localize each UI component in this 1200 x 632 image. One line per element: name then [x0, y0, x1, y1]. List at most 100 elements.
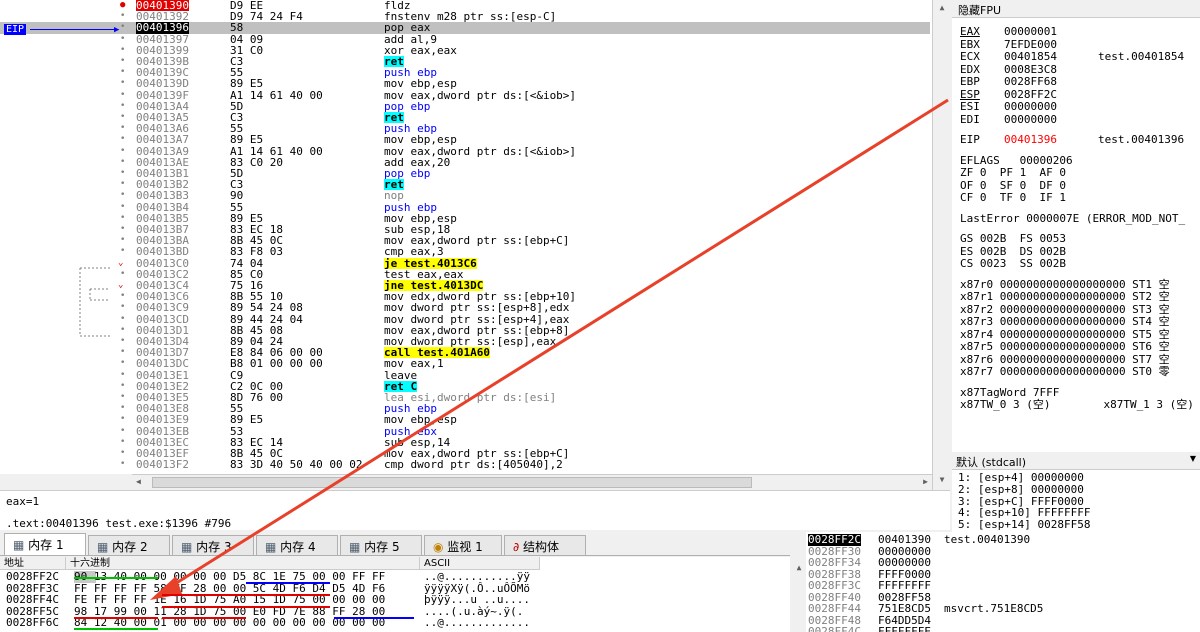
dump-row-ascii[interactable]: ..@...........ÿÿ: [424, 571, 530, 583]
line-dot-icon[interactable]: •: [120, 45, 125, 56]
fpu-row[interactable]: x87r7 0000000000000000000 ST0 零: [960, 365, 1170, 379]
register-value[interactable]: 00401396: [1004, 133, 1098, 147]
line-dot-icon[interactable]: •: [120, 78, 125, 89]
horizontal-scroll-thumb[interactable]: [152, 477, 752, 488]
segment-row[interactable]: GS 002B FS 0053: [960, 232, 1066, 246]
argument-row[interactable]: 2: [esp+8] 00000000: [958, 483, 1084, 496]
stack-row[interactable]: 0028FF44 751E8CD5 msvcrt.751E8CD5: [806, 603, 1200, 615]
line-dot-icon[interactable]: •: [120, 157, 125, 168]
line-dot-icon[interactable]: •: [120, 202, 125, 213]
dump-row-address[interactable]: 0028FF2C: [6, 571, 59, 583]
tab-memory-2[interactable]: ▦ 内存 2: [88, 535, 170, 555]
register-value[interactable]: 0028FF68: [1004, 75, 1098, 89]
line-dot-icon[interactable]: •: [120, 347, 125, 358]
stack-row[interactable]: 0028FF2C 00401390 test.00401390: [806, 534, 1200, 546]
line-dot-icon[interactable]: •: [120, 358, 125, 369]
fpu-row[interactable]: x87r1 0000000000000000000 ST2 空: [960, 290, 1170, 304]
scroll-left-icon[interactable]: ◀: [136, 477, 141, 486]
tab-memory-3[interactable]: ▦ 内存 3: [172, 535, 254, 555]
register-row[interactable]: EIP 00401396 test.00401396: [960, 133, 1184, 147]
jump-arrow-icon[interactable]: ⌄: [118, 280, 123, 291]
disassembly-horizontal-scrollbar[interactable]: ◀ ▶: [132, 474, 932, 490]
line-dot-icon[interactable]: •: [120, 101, 125, 112]
line-dot-icon[interactable]: •: [120, 123, 125, 134]
scroll-up-icon[interactable]: ▲: [934, 0, 950, 16]
stack-row[interactable]: 0028FF38 FFFF0000: [806, 568, 1200, 581]
dump-row-ascii[interactable]: ..@.............: [424, 617, 530, 629]
stack-row[interactable]: 0028FF4C FFFFFFFE: [806, 626, 1200, 632]
stack-row[interactable]: 0028FF48 F64DD5D4: [806, 614, 1200, 627]
breakpoint-icon[interactable]: ●: [120, 0, 125, 11]
line-dot-icon[interactable]: •: [120, 246, 125, 257]
tab-struct[interactable]: ∂ 结构体: [504, 535, 586, 555]
line-dot-icon[interactable]: •: [120, 235, 125, 246]
register-value[interactable]: 00000000: [1004, 100, 1098, 114]
disasm-row[interactable]: • 004013F2 83 3D 40 50 40 00 02 cmp dword p…: [0, 459, 930, 470]
line-dot-icon[interactable]: •: [120, 22, 125, 33]
disasm-row[interactable]: • 004013BD 83 F8 03 cmp eax,3: [0, 246, 930, 257]
register-value[interactable]: 00000001: [1004, 25, 1098, 39]
line-dot-icon[interactable]: •: [120, 213, 125, 224]
tab-memory-1[interactable]: ▦ 内存 1: [4, 533, 86, 555]
line-dot-icon[interactable]: •: [120, 302, 125, 313]
line-dot-icon[interactable]: •: [120, 269, 125, 280]
disasm-row[interactable]: • 004013B3 90 nop: [0, 190, 930, 201]
stack-scrollbar[interactable]: ▲: [790, 532, 807, 632]
line-dot-icon[interactable]: •: [120, 67, 125, 78]
line-dot-icon[interactable]: •: [120, 34, 125, 45]
register-row[interactable]: ECX 00401854 test.00401854: [960, 50, 1184, 64]
line-dot-icon[interactable]: •: [120, 403, 125, 414]
dump-row-address[interactable]: 0028FF6C: [6, 617, 59, 629]
line-dot-icon[interactable]: •: [120, 168, 125, 179]
line-dot-icon[interactable]: •: [120, 325, 125, 336]
register-row[interactable]: ESI 00000000: [960, 100, 1098, 114]
argument-row[interactable]: 5: [esp+14] 0028FF58: [958, 519, 1090, 531]
fpu-row[interactable]: x87r5 0000000000000000000 ST6 空: [960, 340, 1170, 354]
flags-row[interactable]: CF 0 TF 0 IF 1: [960, 191, 1066, 205]
line-dot-icon[interactable]: •: [120, 134, 125, 145]
line-dot-icon[interactable]: •: [120, 90, 125, 101]
line-dot-icon[interactable]: •: [120, 11, 125, 22]
line-dot-icon[interactable]: •: [120, 392, 125, 403]
line-dot-icon[interactable]: •: [120, 314, 125, 325]
hide-fpu-button[interactable]: 隐藏FPU: [952, 0, 1200, 18]
line-dot-icon[interactable]: •: [120, 190, 125, 201]
line-dot-icon[interactable]: •: [120, 291, 125, 302]
dump-row-address[interactable]: 0028FF4C: [6, 594, 59, 606]
segment-row[interactable]: CS 0023 SS 002B: [960, 257, 1066, 271]
line-dot-icon[interactable]: •: [120, 370, 125, 381]
lasterror-row[interactable]: LastError 0000007E (ERROR_MOD_NOT_: [960, 212, 1185, 226]
line-dot-icon[interactable]: •: [120, 336, 125, 347]
stack-row[interactable]: 0028FF34 00000000: [806, 557, 1200, 569]
fpu-row[interactable]: x87r3 0000000000000000000 ST4 空: [960, 315, 1170, 329]
tab-memory-4[interactable]: ▦ 内存 4: [256, 535, 338, 555]
stack-row[interactable]: 0028FF3C FFFFFFFF: [806, 580, 1200, 592]
dump-row-hex[interactable]: FE FF FF FF 1E 16 1D 75 A0 15 1D 75 00 0…: [74, 594, 385, 606]
dump-row-ascii[interactable]: þÿÿÿ...u ..u....: [424, 594, 530, 606]
scroll-down-icon[interactable]: ▼: [934, 472, 950, 488]
line-dot-icon[interactable]: •: [120, 381, 125, 392]
register-row[interactable]: EDI 00000000: [960, 113, 1098, 127]
tab-watch-1[interactable]: ◉ 监视 1: [424, 535, 502, 555]
line-dot-icon[interactable]: •: [120, 112, 125, 123]
register-row[interactable]: EBP 0028FF68: [960, 75, 1098, 89]
line-dot-icon[interactable]: •: [120, 224, 125, 235]
disasm-row[interactable]: • 004013A7 89 E5 mov ebp,esp: [0, 134, 930, 145]
line-dot-icon[interactable]: •: [120, 414, 125, 425]
scroll-up-icon[interactable]: ▲: [791, 560, 807, 576]
disasm-row[interactable]: • 00401396 58 pop eax: [0, 22, 930, 34]
disassembly-view[interactable]: ● 00401390 D9 EE fldz • 00401392 D9 74 24 F4 fn…: [0, 0, 932, 474]
line-dot-icon[interactable]: •: [120, 437, 125, 448]
disasm-row[interactable]: • 0040139D 89 E5 mov ebp,esp: [0, 78, 930, 89]
tagword-detail-row[interactable]: x87TW_0 3 (空) x87TW_1 3 (空): [960, 398, 1194, 412]
scroll-right-icon[interactable]: ▶: [923, 477, 928, 486]
dump-row-hex[interactable]: 84 12 40 00 01 00 00 00 00 00 00 00 00 0…: [74, 617, 385, 629]
disasm-row[interactable]: • 004013DC B8 01 00 00 00 mov eax,1: [0, 358, 930, 369]
stack-panel[interactable]: 0028FF2C 00401390 test.00401390 0028FF30 000…: [806, 532, 1200, 632]
line-dot-icon[interactable]: •: [120, 146, 125, 157]
calling-convention-dropdown[interactable]: 默认 (stdcall) ▼: [952, 452, 1200, 470]
stack-row[interactable]: 0028FF30 00000000: [806, 545, 1200, 558]
tab-memory-5[interactable]: ▦ 内存 5: [340, 535, 422, 555]
register-value[interactable]: 00401854: [1004, 50, 1098, 64]
disassembly-vertical-scrollbar[interactable]: ▲ ▼: [932, 0, 950, 490]
